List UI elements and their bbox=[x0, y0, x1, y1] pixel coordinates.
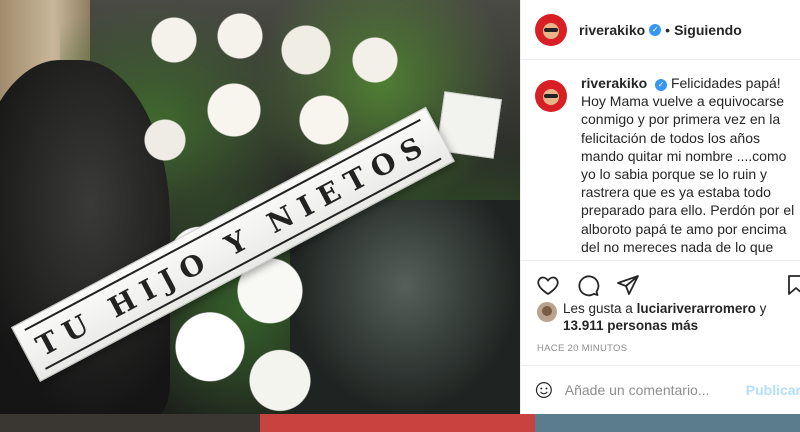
caption-body: Hoy Mama vuelve a equivocarse conmigo y … bbox=[581, 93, 795, 259]
post-header: riverakiko ✓ • Siguiendo bbox=[521, 0, 800, 60]
comment-icon bbox=[578, 274, 600, 296]
comment-input[interactable] bbox=[564, 382, 746, 398]
avatar[interactable] bbox=[535, 80, 567, 112]
liker-avatar[interactable] bbox=[537, 302, 557, 322]
strip-segment bbox=[0, 414, 260, 432]
caption: riverakiko ✓ Felicidades papá! Hoy Mama … bbox=[535, 74, 796, 259]
likes-summary: Les gusta a luciariverarromero y 13.911 … bbox=[537, 300, 797, 334]
like-button[interactable] bbox=[535, 272, 561, 298]
liker-username[interactable]: luciariverarromero bbox=[637, 301, 756, 316]
likes-count[interactable]: 13.911 personas más bbox=[563, 318, 698, 333]
likes-prefix: Les gusta a bbox=[563, 301, 633, 316]
caption-title: Felicidades papá! bbox=[670, 75, 781, 91]
heart-icon bbox=[537, 276, 559, 295]
likes-connector: y bbox=[759, 301, 767, 316]
emoji-icon[interactable] bbox=[535, 378, 553, 402]
save-button[interactable] bbox=[783, 272, 800, 298]
post-photo[interactable]: TU HIJO Y NIETOS bbox=[0, 0, 520, 414]
comment-button[interactable] bbox=[575, 272, 601, 298]
avatar[interactable] bbox=[535, 13, 567, 46]
follow-button[interactable]: Siguiendo bbox=[674, 22, 742, 38]
username[interactable]: riverakiko bbox=[579, 22, 645, 38]
share-button[interactable] bbox=[615, 272, 641, 298]
share-icon bbox=[617, 274, 639, 295]
bookmark-icon bbox=[788, 274, 800, 295]
likes-text: Les gusta a luciariverarromero y 13.911 … bbox=[563, 300, 797, 334]
verified-icon: ✓ bbox=[655, 79, 668, 91]
verified-icon: ✓ bbox=[649, 23, 662, 36]
caption-text: riverakiko ✓ Felicidades papá! Hoy Mama … bbox=[581, 74, 796, 259]
post-panel: riverakiko ✓ • Siguiendo riverakiko ✓ Fe… bbox=[520, 0, 800, 414]
strip-segment bbox=[535, 414, 800, 432]
caption-username[interactable]: riverakiko bbox=[581, 75, 647, 91]
publish-button[interactable]: Publicar bbox=[746, 382, 800, 398]
separator-dot: • bbox=[665, 21, 671, 38]
post-timestamp[interactable]: HACE 20 MINUTOS bbox=[537, 343, 627, 354]
strip-segment bbox=[260, 414, 535, 432]
comment-box: Publicar bbox=[521, 365, 800, 414]
bottom-strip bbox=[0, 414, 800, 432]
